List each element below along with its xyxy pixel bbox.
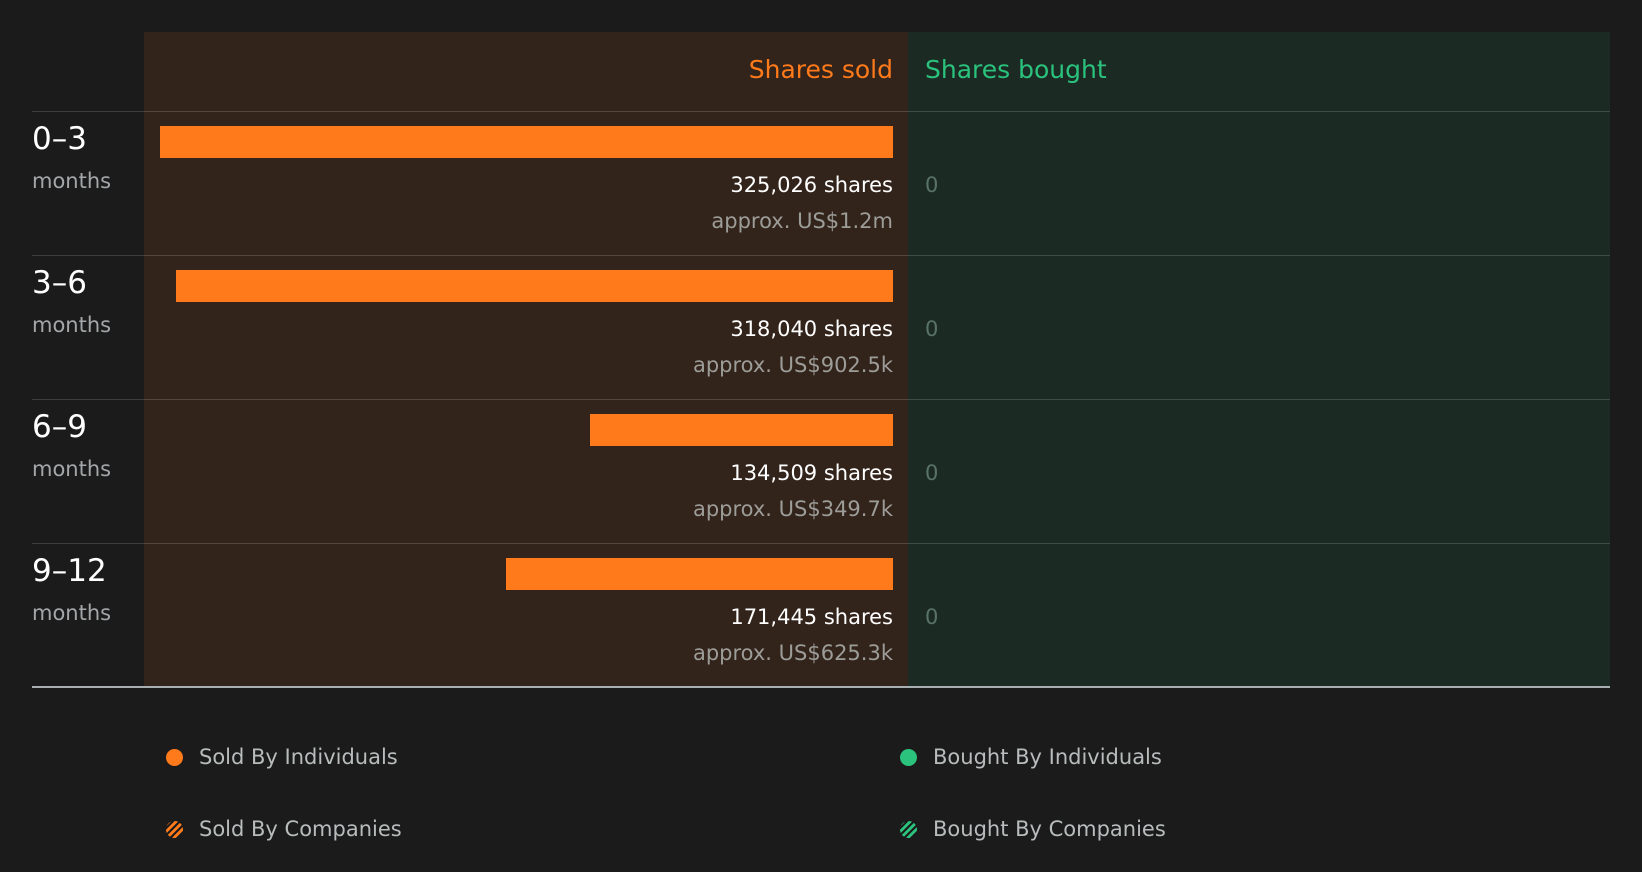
legend-item: Bought By Companies xyxy=(900,812,1166,846)
legend-item: Sold By Individuals xyxy=(166,740,398,774)
period-unit: months xyxy=(32,457,112,481)
solid-swatch-icon xyxy=(900,748,917,766)
shares-bought-header: Shares bought xyxy=(925,55,1107,84)
sold-shares-label: 171,445 shares xyxy=(730,605,893,629)
legend-item: Bought By Individuals xyxy=(900,740,1162,774)
bought-shares-label: 0 xyxy=(925,605,939,629)
shares-sold-header: Shares sold xyxy=(748,55,893,84)
solid-swatch-icon xyxy=(166,748,183,766)
sold-value-label: approx. US$625.3k xyxy=(692,641,893,665)
period-label: 0–3 xyxy=(32,121,87,157)
bought-shares-label: 0 xyxy=(925,461,939,485)
hatched-swatch-icon xyxy=(166,820,183,838)
legend-label: Sold By Companies xyxy=(199,817,402,841)
sold-bar xyxy=(160,126,893,158)
sold-shares-label: 134,509 shares xyxy=(730,461,893,485)
chart-row: 9–12 months 171,445 shares approx. US$625.3… xyxy=(0,543,1642,687)
sold-shares-label: 325,026 shares xyxy=(730,173,893,197)
period-unit: months xyxy=(32,313,112,337)
legend-label: Sold By Individuals xyxy=(199,745,398,769)
sold-bar xyxy=(506,558,893,590)
legend-label: Bought By Companies xyxy=(933,817,1166,841)
sold-shares-label: 318,040 shares xyxy=(730,317,893,341)
sold-value-label: approx. US$1.2m xyxy=(711,209,893,233)
period-label: 6–9 xyxy=(32,409,87,445)
bought-shares-label: 0 xyxy=(925,173,939,197)
sold-bar xyxy=(176,270,893,302)
period-label: 9–12 xyxy=(32,553,107,589)
legend-label: Bought By Individuals xyxy=(933,745,1162,769)
period-unit: months xyxy=(32,601,112,625)
chart-baseline xyxy=(32,686,1610,688)
chart-row: 6–9 months 134,509 shares approx. US$349.7k… xyxy=(0,399,1642,543)
period-unit: months xyxy=(32,169,112,193)
bought-shares-label: 0 xyxy=(925,317,939,341)
sold-value-label: approx. US$349.7k xyxy=(692,497,893,521)
period-label: 3–6 xyxy=(32,265,87,301)
chart-row: 3–6 months 318,040 shares approx. US$902.5k… xyxy=(0,255,1642,399)
legend-item: Sold By Companies xyxy=(166,812,402,846)
sold-value-label: approx. US$902.5k xyxy=(692,353,893,377)
hatched-swatch-icon xyxy=(900,820,917,838)
sold-bar xyxy=(590,414,893,446)
chart-row: 0–3 months 325,026 shares approx. US$1.2m 0 xyxy=(0,111,1642,255)
